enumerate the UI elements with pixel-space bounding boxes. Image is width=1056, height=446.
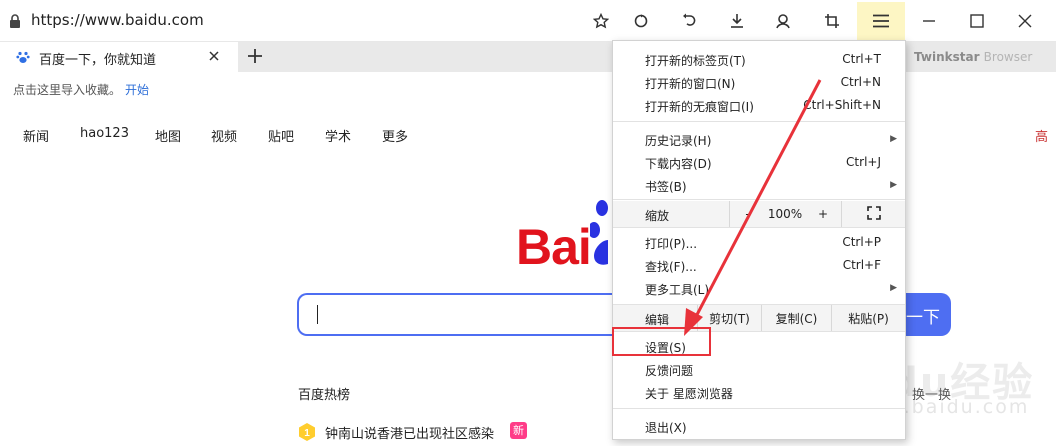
new-tab-plus-icon[interactable] (245, 46, 265, 66)
submenu-arrow-icon: ▶ (890, 134, 897, 144)
account-icon[interactable] (768, 8, 798, 34)
download-icon[interactable] (722, 8, 752, 34)
nav-xueshu[interactable]: 学术 (325, 126, 351, 145)
menu-separator (613, 199, 905, 200)
menu-item-about[interactable]: 关于 星愿浏览器 (613, 381, 905, 404)
zoom-out-button[interactable]: - (729, 201, 765, 227)
close-window-icon[interactable] (1010, 8, 1040, 34)
menu-label: 书签(B) (645, 180, 687, 194)
menu-item-exit[interactable]: 退出(X) (613, 415, 905, 438)
menu-label: 更多工具(L) (645, 283, 710, 297)
brand-name: Twinkstar (914, 50, 980, 64)
menu-item-downloads[interactable]: 下载内容(D) Ctrl+J (613, 151, 905, 174)
nav-video[interactable]: 视频 (211, 126, 237, 145)
menu-separator (613, 227, 905, 228)
zoom-in-button[interactable]: + (805, 201, 841, 227)
tab-close-icon[interactable] (207, 49, 221, 63)
main-menu-dropdown: 打开新的标签页(T) Ctrl+T 打开新的窗口(N) Ctrl+N 打开新的无… (612, 40, 906, 440)
menu-label: 打开新的标签页(T) (645, 54, 746, 68)
menu-label: 编辑 (645, 313, 670, 327)
hot-list-title: 百度热榜 (298, 388, 351, 403)
main-menu-button[interactable] (857, 2, 905, 40)
menu-item-new-window[interactable]: 打开新的窗口(N) Ctrl+N (613, 71, 905, 94)
menu-item-feedback[interactable]: 反馈问题 (613, 358, 905, 381)
menu-shortcut: Ctrl+Shift+N (803, 98, 881, 112)
menu-item-bookmarks[interactable]: 书签(B) ▶ (613, 174, 905, 197)
menu-shortcut: Ctrl+F (842, 258, 881, 272)
submenu-arrow-icon: ▶ (890, 180, 897, 190)
menu-label: 下载内容(D) (645, 157, 712, 171)
menu-item-more-tools[interactable]: 更多工具(L) ▶ (613, 277, 905, 300)
browser-brand: Twinkstar Browser (914, 50, 1032, 64)
bookmarks-start-link[interactable]: 开始 (125, 81, 149, 98)
submenu-arrow-icon: ▶ (890, 283, 897, 293)
reload-icon[interactable] (626, 8, 656, 34)
baidu-logo-text: Bai (516, 219, 592, 275)
menu-separator (613, 121, 905, 122)
fullscreen-icon (866, 205, 881, 223)
undo-icon[interactable] (674, 8, 704, 34)
text-caret (317, 305, 318, 324)
hamburger-icon (872, 14, 890, 28)
menu-label: 打开新的窗口(N) (645, 77, 736, 91)
menu-label: 缩放 (645, 209, 670, 223)
menu-item-incognito[interactable]: 打开新的无痕窗口(I) Ctrl+Shift+N (613, 94, 905, 117)
menu-label: 历史记录(H) (645, 134, 712, 148)
new-badge: 新 (510, 422, 527, 439)
tab-title: 百度一下，你就知道 (39, 53, 157, 68)
brand-sub: Browser (983, 50, 1033, 64)
url-field[interactable]: https://www.baidu.com (31, 11, 204, 29)
menu-shortcut: Ctrl+P (842, 235, 881, 249)
crop-screenshot-icon[interactable] (817, 8, 847, 34)
zoom-level: 100% (767, 207, 803, 221)
menu-label: 打印(P)... (645, 237, 698, 251)
menu-label: 打开新的无痕窗口(I) (645, 100, 754, 114)
rank-number: 1 (304, 428, 310, 439)
nav-hao123[interactable]: hao123 (80, 126, 129, 141)
menu-row-zoom: 缩放 - 100% + (613, 201, 905, 227)
copy-button[interactable]: 复制(C) (761, 305, 831, 331)
search-button-label: 一下 (906, 308, 940, 328)
hot-item-link[interactable]: 钟南山说香港已出现社区感染 (325, 423, 494, 442)
menu-shortcut: Ctrl+J (846, 155, 881, 169)
menu-label: 查找(F)... (645, 260, 697, 274)
lock-icon (9, 14, 21, 28)
maximize-icon[interactable] (962, 8, 992, 34)
rank-badge: 1 (298, 422, 316, 442)
address-bar: https://www.baidu.com (0, 0, 1056, 42)
menu-shortcut: Ctrl+T (842, 52, 881, 66)
menu-item-find[interactable]: 查找(F)... Ctrl+F (613, 254, 905, 277)
baidu-paw-icon (16, 50, 30, 64)
nav-tieba[interactable]: 贴吧 (268, 126, 294, 145)
search-input[interactable] (297, 293, 627, 336)
menu-separator (613, 408, 905, 409)
menu-item-new-tab[interactable]: 打开新的标签页(T) Ctrl+T (613, 48, 905, 71)
menu-label: 反馈问题 (645, 364, 694, 378)
menu-item-history[interactable]: 历史记录(H) ▶ (613, 128, 905, 151)
tab-baidu[interactable]: 百度一下，你就知道 (0, 42, 238, 72)
paste-button[interactable]: 粘贴(P) (831, 305, 905, 331)
nav-news[interactable]: 新闻 (23, 126, 49, 145)
bookmarks-import-hint: 点击这里导入收藏。 (13, 83, 122, 97)
nav-more[interactable]: 更多 (382, 126, 408, 145)
settings-highlight-box (612, 327, 711, 356)
fullscreen-button[interactable] (841, 201, 905, 227)
menu-shortcut: Ctrl+N (840, 75, 881, 89)
menu-label: 关于 星愿浏览器 (645, 387, 733, 401)
menu-item-print[interactable]: 打印(P)... Ctrl+P (613, 231, 905, 254)
bookmark-star-icon[interactable] (586, 8, 616, 34)
menu-label: 退出(X) (645, 421, 687, 435)
minimize-icon[interactable] (914, 8, 944, 34)
nav-right-cut-text[interactable]: 高 (1035, 126, 1048, 145)
nav-map[interactable]: 地图 (155, 126, 181, 145)
